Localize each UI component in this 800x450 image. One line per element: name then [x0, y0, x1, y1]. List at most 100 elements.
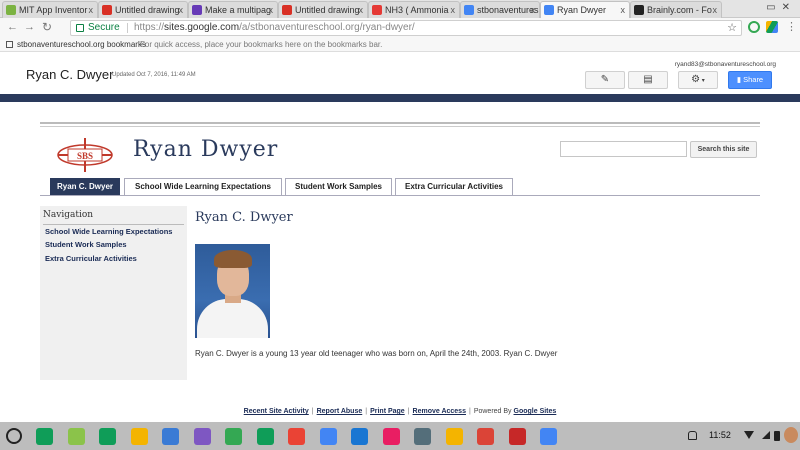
- shelf-app-icon[interactable]: [477, 428, 494, 445]
- shelf-app-icon[interactable]: [288, 428, 305, 445]
- tab-favicon: [102, 5, 112, 15]
- avatar[interactable]: [784, 427, 798, 443]
- tab-favicon: [544, 5, 554, 15]
- shelf-app-icon[interactable]: [445, 428, 463, 445]
- updated-timestamp: Updated Oct 7, 2016, 11:49 AM: [112, 72, 196, 78]
- logo-text: SBS: [77, 151, 93, 161]
- bookmark-star-icon[interactable]: ☆: [727, 21, 737, 35]
- tab-favicon: [192, 5, 202, 15]
- close-tab-icon[interactable]: x: [713, 2, 718, 18]
- footer-link-report-abuse[interactable]: Report Abuse: [317, 408, 363, 415]
- footer-link-remove-access[interactable]: Remove Access: [413, 408, 466, 415]
- browser-tab-active[interactable]: Ryan Dwyer x: [540, 1, 630, 19]
- browser-tab[interactable]: stbonaventures x: [460, 1, 540, 18]
- edit-page-button[interactable]: ✎: [585, 71, 625, 89]
- tab-favicon: [6, 5, 16, 15]
- extension-timer-icon[interactable]: [748, 21, 760, 33]
- close-tab-icon[interactable]: x: [359, 2, 364, 18]
- shelf-app-icon[interactable]: [319, 428, 337, 445]
- powered-by-label: Powered By: [473, 408, 512, 415]
- shelf-app-icon[interactable]: [414, 428, 431, 445]
- divider: [127, 23, 128, 33]
- back-arrow-icon[interactable]: ←: [7, 21, 18, 33]
- more-actions-button[interactable]: ⚙ ▾: [678, 71, 718, 89]
- browser-tab[interactable]: MIT App Inventor x: [2, 1, 98, 18]
- footer-link-google-sites[interactable]: Google Sites: [514, 408, 557, 415]
- apps-grid-icon[interactable]: [6, 41, 13, 48]
- shelf-app-icon[interactable]: [193, 428, 211, 445]
- launcher-icon[interactable]: [6, 428, 22, 444]
- bookmarks-folder[interactable]: stbonaventureschool.org bookmarks: [17, 38, 146, 51]
- tab-title: MIT App Inventor: [19, 5, 88, 15]
- forward-arrow-icon[interactable]: →: [24, 21, 35, 33]
- shelf-app-icon[interactable]: [225, 428, 242, 445]
- browser-tab[interactable]: Make a multipag x: [188, 1, 278, 18]
- tab-school-wide-learning-expectations[interactable]: School Wide Learning Expectations: [124, 178, 282, 195]
- shelf-app-icon[interactable]: [351, 428, 368, 445]
- bookmarks-hint: For quick access, place your bookmarks h…: [140, 40, 383, 49]
- new-page-button[interactable]: ▤: [628, 71, 668, 89]
- address-bar[interactable]: Secure https://sites.google.com/a/stbona…: [70, 20, 742, 36]
- share-button[interactable]: ▮ Share: [728, 71, 772, 89]
- document-icon: ▤: [643, 74, 653, 85]
- close-tab-icon[interactable]: x: [89, 2, 94, 18]
- tab-student-work-samples[interactable]: Student Work Samples: [285, 178, 392, 195]
- shelf-app-icon[interactable]: [382, 428, 400, 445]
- sidebar-item-student-work-samples[interactable]: Student Work Samples: [45, 240, 127, 249]
- search-button[interactable]: Search this site: [690, 141, 757, 158]
- close-tab-icon[interactable]: x: [451, 2, 456, 18]
- tab-favicon: [282, 5, 292, 15]
- tab-extra-curricular-activities[interactable]: Extra Curricular Activities: [395, 178, 513, 195]
- divider: [40, 126, 760, 127]
- divider: [40, 122, 760, 124]
- reload-icon[interactable]: ↻: [42, 20, 52, 34]
- url-text[interactable]: https://sites.google.com/a/stbonaventure…: [134, 21, 415, 35]
- browser-tab[interactable]: NH3 ( Ammonia x: [368, 1, 460, 18]
- sidebar-item-extra-curricular-activities[interactable]: Extra Curricular Activities: [45, 254, 137, 263]
- clock-time: 11:52: [709, 430, 731, 440]
- close-tab-icon[interactable]: x: [621, 2, 626, 18]
- google-drive-icon[interactable]: [766, 21, 778, 33]
- shelf-app-icon[interactable]: [36, 428, 53, 445]
- browser-tab[interactable]: Untitled drawing x: [98, 1, 188, 18]
- footer-link-recent-activity[interactable]: Recent Site Activity: [244, 408, 309, 415]
- user-email[interactable]: ryand83@stbonaventureschool.org: [675, 61, 776, 68]
- close-tab-icon[interactable]: x: [531, 2, 536, 18]
- tab-ryan-c-dwyer[interactable]: Ryan C. Dwyer: [50, 178, 120, 195]
- tab-title: Untitled drawing: [115, 5, 180, 15]
- menu-icon[interactable]: ⋮: [786, 20, 797, 33]
- sidebar-navigation: Navigation School Wide Learning Expectat…: [40, 206, 187, 380]
- sidebar-item-school-wide-learning-expectations[interactable]: School Wide Learning Expectations: [45, 227, 172, 236]
- header-band: [0, 94, 800, 102]
- close-tab-icon[interactable]: x: [269, 2, 274, 18]
- chevron-down-icon: ▾: [700, 78, 705, 84]
- shelf-app-icon[interactable]: [256, 428, 274, 445]
- search-input[interactable]: [560, 141, 687, 157]
- browser-tab[interactable]: Untitled drawing x: [278, 1, 368, 18]
- close-tab-icon[interactable]: x: [179, 2, 184, 18]
- lock-icon: [76, 24, 84, 32]
- shelf-app-icon[interactable]: [508, 428, 526, 445]
- main-heading: Ryan C. Dwyer: [195, 210, 293, 225]
- shelf-app-icon[interactable]: [162, 428, 179, 445]
- tab-title: Make a multipag: [205, 5, 272, 15]
- status-tray[interactable]: 11:52: [682, 425, 800, 447]
- footer-link-print-page[interactable]: Print Page: [370, 408, 405, 415]
- shelf-app-icon[interactable]: [540, 428, 557, 445]
- window-controls[interactable]: ▭✕: [766, 2, 796, 13]
- shelf-app-icon[interactable]: [130, 428, 148, 445]
- battery-icon: [774, 431, 780, 441]
- close-window-icon[interactable]: ✕: [782, 2, 796, 13]
- wifi-icon: [744, 431, 754, 439]
- notification-bell-icon[interactable]: [688, 431, 697, 440]
- share-label: Share: [743, 75, 764, 84]
- secure-label: Secure: [88, 22, 120, 33]
- sidebar-title: Navigation: [43, 210, 94, 220]
- site-name[interactable]: Ryan Dwyer: [133, 137, 278, 162]
- browser-tab[interactable]: Brainly.com - Fo x: [630, 1, 722, 18]
- url-scheme: https://: [134, 22, 165, 33]
- tab-title: NH3 ( Ammonia: [385, 5, 449, 15]
- shelf-app-icon[interactable]: [67, 428, 85, 445]
- tab-title: Untitled drawing: [295, 5, 360, 15]
- shelf-app-icon[interactable]: [99, 428, 116, 445]
